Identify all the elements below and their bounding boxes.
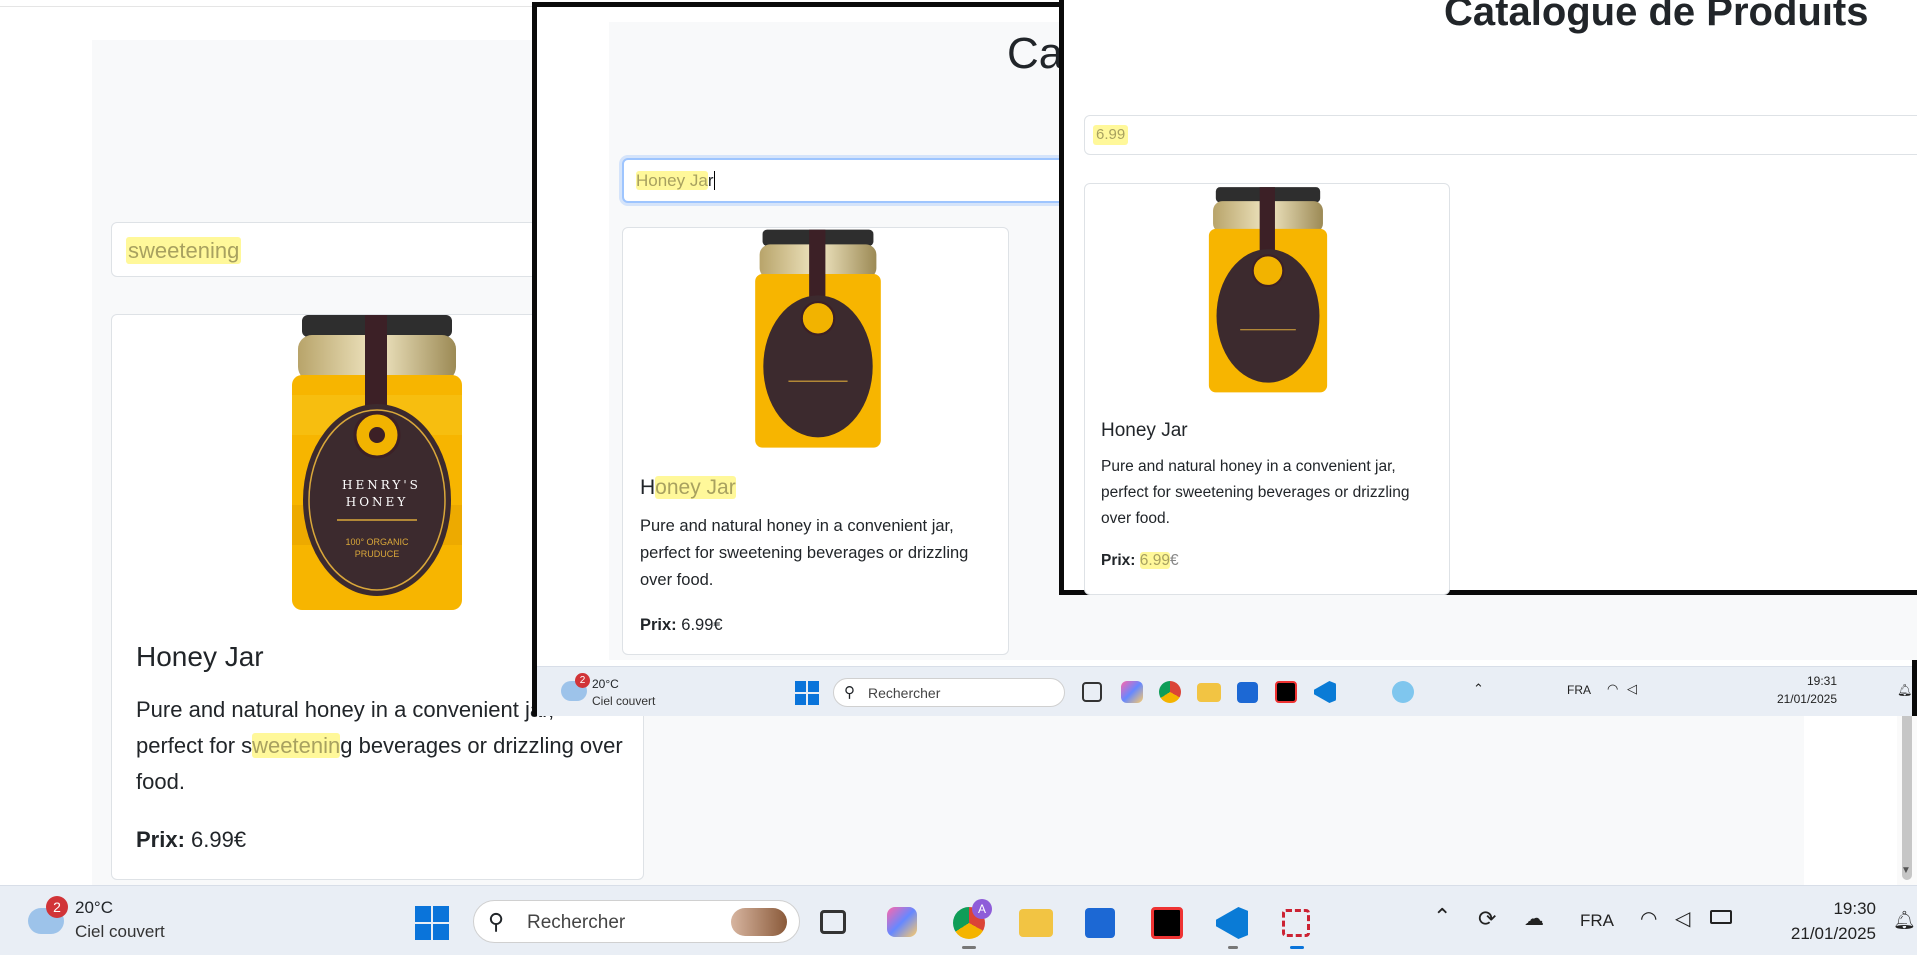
middle-start-icon[interactable]: [795, 681, 819, 705]
front-product-title: Honey Jar: [1101, 420, 1188, 441]
intellij-icon[interactable]: [1275, 681, 1297, 703]
middle-title-first: H: [640, 476, 656, 499]
weather-desc: Ciel couvert: [75, 922, 165, 941]
jar-label-line1: HENRY'S: [342, 478, 421, 492]
language-indicator[interactable]: FRA: [1580, 911, 1614, 931]
weather-temp: 20°C: [75, 898, 113, 917]
honey-jar-image: [755, 229, 881, 448]
onedrive-icon[interactable]: ☁: [1524, 906, 1544, 931]
middle-date[interactable]: 21/01/2025: [1707, 692, 1837, 706]
task-view-icon[interactable]: [1082, 682, 1102, 702]
vscode-icon[interactable]: [1314, 681, 1336, 703]
front-search-value: 6.99: [1093, 125, 1129, 145]
paint-icon[interactable]: [1392, 681, 1414, 703]
price-label: Prix:: [136, 827, 185, 852]
search-input[interactable]: sweetening: [111, 222, 571, 277]
vscode-icon[interactable]: [1216, 907, 1248, 939]
middle-product-title: Honey Jar: [640, 476, 736, 500]
description-highlight: weetenin: [252, 733, 341, 758]
front-product-description: Pure and natural honey in a convenient j…: [1101, 458, 1410, 527]
file-explorer-icon[interactable]: [1197, 683, 1221, 702]
middle-lang[interactable]: FRA: [1567, 683, 1591, 697]
front-product-price: Prix: 6.99€: [1101, 552, 1179, 570]
product-image: HENRY'S HONEY 100° ORGANIC PRUDUCE: [262, 315, 492, 615]
honey-jar-image: [1208, 187, 1328, 393]
front-product-card[interactable]: Honey Jar Pure and natural honey in a co…: [1084, 183, 1450, 595]
copilot-icon[interactable]: [1121, 681, 1143, 703]
jar-label-sub2: PRUDUCE: [354, 549, 400, 559]
notification-icon[interactable]: 🔔︎: [1893, 910, 1916, 931]
search-icon: ⚲: [488, 909, 505, 934]
middle-search-icon: ⚲: [844, 684, 855, 701]
middle-taskbar: 2 20°C Ciel couvert ⚲ Rechercher ⌃ FRA ◠…: [537, 666, 1912, 716]
chrome-active-indicator: [962, 946, 976, 949]
front-window: Catalogue de Produits 6.99 Honey Jar Pur…: [1059, 0, 1917, 595]
middle-search-input[interactable]: Honey Jar: [622, 158, 1082, 203]
copilot-icon[interactable]: [887, 907, 917, 937]
taskbar-search-placeholder: Rechercher: [527, 912, 626, 933]
middle-time[interactable]: 19:31: [1747, 674, 1837, 688]
front-search-input[interactable]: 6.99: [1084, 115, 1917, 155]
vscode-active-indicator: [1228, 946, 1238, 949]
product-title: Honey Jar: [136, 641, 264, 672]
middle-search-value: Honey Jar: [636, 170, 715, 192]
middle-product-description: Pure and natural honey in a convenient j…: [640, 517, 969, 589]
front-price-label: Prix:: [1101, 552, 1136, 569]
middle-weather-temp: 20°C: [592, 677, 619, 691]
front-price-currency: €: [1169, 552, 1179, 569]
middle-product-image: [733, 228, 903, 453]
middle-notification-icon[interactable]: 🔔︎: [1897, 683, 1912, 697]
middle-weather-desc: Ciel couvert: [592, 694, 656, 708]
middle-product-price: Prix: 6.99€: [640, 616, 723, 635]
snipping-active-indicator: [1290, 946, 1304, 949]
wifi-icon[interactable]: ◠: [1640, 906, 1657, 931]
volume-icon[interactable]: ◁: [1675, 906, 1690, 931]
snipping-tool-icon[interactable]: [1282, 909, 1310, 937]
middle-price-value: 6.99€: [681, 616, 723, 634]
taskbar-search[interactable]: ⚲ Rechercher: [473, 900, 800, 943]
middle-price-label: Prix:: [640, 616, 677, 634]
task-view-icon[interactable]: [820, 910, 846, 934]
middle-wifi-icon[interactable]: ◠: [1607, 681, 1618, 697]
clock-time[interactable]: 19:30: [1780, 899, 1876, 919]
tray-chevron-icon[interactable]: ⌃: [1433, 904, 1451, 930]
start-icon[interactable]: [415, 906, 449, 940]
middle-taskbar-search[interactable]: ⚲ Rechercher: [833, 678, 1065, 707]
jar-label-line2: HONEY: [345, 495, 409, 509]
product-price: Prix: 6.99€: [136, 827, 246, 853]
honey-jar-image: [292, 315, 462, 610]
search-decoration-icon: [731, 908, 787, 936]
middle-taskbar-search-placeholder: Rechercher: [868, 685, 941, 701]
price-value: 6.99€: [191, 827, 247, 852]
file-explorer-icon[interactable]: [1019, 909, 1053, 937]
scroll-down-arrow[interactable]: ▼: [1901, 865, 1911, 876]
store-icon[interactable]: [1237, 682, 1258, 703]
clock-date[interactable]: 21/01/2025: [1746, 924, 1876, 944]
chrome-icon[interactable]: [1159, 681, 1181, 703]
middle-title-highlight: oney Jar: [655, 476, 736, 499]
intellij-icon[interactable]: [1151, 907, 1183, 939]
middle-volume-icon[interactable]: ◁: [1627, 681, 1637, 697]
jar-label-sub1: 100° ORGANIC: [345, 537, 409, 547]
taskbar: 2 20°C Ciel couvert ⚲ Rechercher A ⌃ ⟳ ☁…: [0, 885, 1917, 955]
middle-product-card[interactable]: Honey Jar Pure and natural honey in a co…: [622, 227, 1009, 655]
front-product-image: [1188, 184, 1348, 399]
middle-weather-badge: 2: [575, 673, 590, 688]
top-divider: [0, 6, 535, 7]
middle-search-rest: r: [707, 171, 715, 190]
middle-tray-chevron-icon[interactable]: ⌃: [1473, 681, 1484, 697]
search-input-value: sweetening: [126, 237, 242, 264]
middle-search-highlight: Honey Ja: [636, 171, 708, 190]
weather-badge: 2: [46, 896, 68, 918]
front-heading: Catalogue de Produits: [1444, 0, 1869, 34]
battery-icon[interactable]: [1710, 910, 1732, 924]
chrome-profile-badge: A: [972, 899, 992, 919]
sync-icon[interactable]: ⟳: [1478, 906, 1496, 932]
front-price-highlight: 6.99: [1139, 552, 1170, 569]
store-icon[interactable]: [1085, 908, 1115, 938]
